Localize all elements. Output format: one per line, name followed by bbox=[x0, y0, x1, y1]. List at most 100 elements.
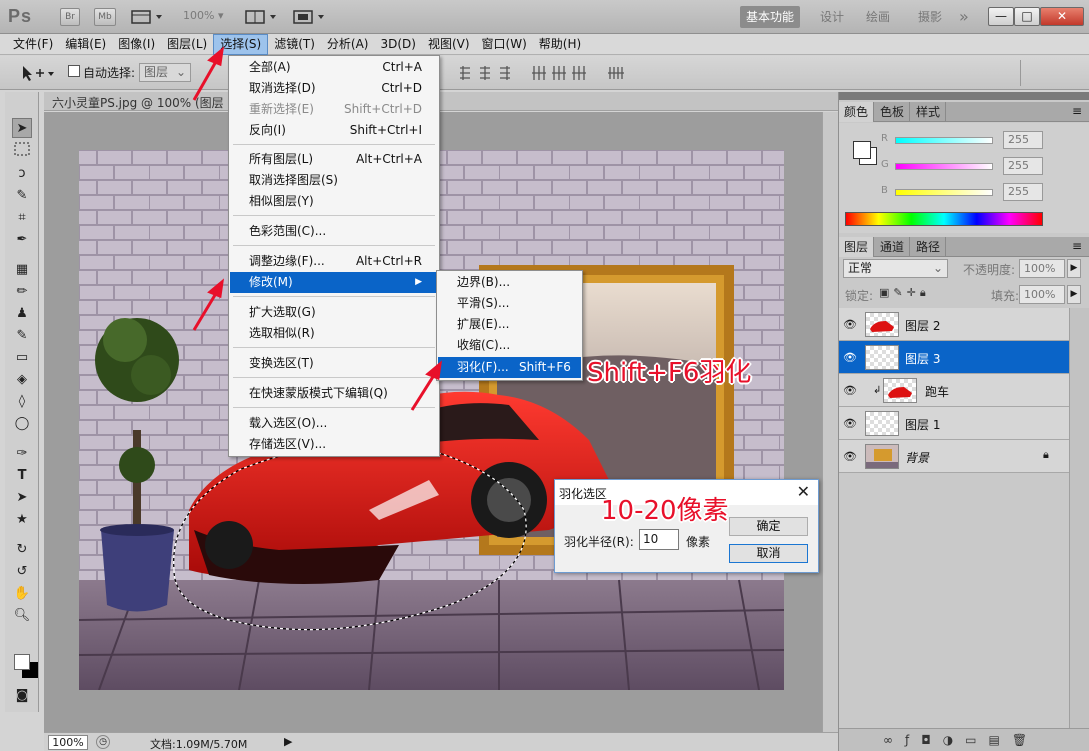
menu-item-quick-mask[interactable]: 在快速蒙版模式下编辑(Q) bbox=[230, 383, 438, 404]
maximize-button[interactable]: □ bbox=[1014, 7, 1040, 26]
menu-item-color-range[interactable]: 色彩范围(C)... bbox=[230, 221, 438, 242]
menu-item-reselect[interactable]: 重新选择(E) Shift+Ctrl+D bbox=[230, 99, 438, 120]
submenu-item-border[interactable]: 边界(B)... bbox=[438, 272, 581, 293]
layer-row[interactable]: 👁︎ 图层 1 bbox=[839, 407, 1069, 440]
zoom-tool-icon[interactable]: 🔍︎ bbox=[12, 606, 32, 626]
vertical-scrollbar[interactable] bbox=[822, 112, 838, 732]
menu-item-inverse[interactable]: 反向(I) Shift+Ctrl+I bbox=[230, 120, 438, 141]
status-menu-arrow-icon[interactable]: ▶ bbox=[284, 735, 292, 748]
menu-edit[interactable]: 编辑(E) bbox=[59, 34, 112, 55]
color-spectrum-bar[interactable] bbox=[845, 212, 1043, 226]
submenu-item-contract[interactable]: 收缩(C)... bbox=[438, 335, 581, 356]
3d-orbit-tool-icon[interactable]: ↺ bbox=[12, 562, 32, 582]
cancel-button[interactable]: 取消 bbox=[729, 544, 808, 563]
layer-row[interactable]: 👁︎ 图层 3 bbox=[839, 341, 1069, 374]
layer-row[interactable]: 👁︎ ↲ 跑车 bbox=[839, 374, 1069, 407]
menu-item-all-layers[interactable]: 所有图层(L) Alt+Ctrl+A bbox=[230, 149, 438, 170]
layer-row[interactable]: 👁︎ 图层 2 bbox=[839, 308, 1069, 341]
menu-3d[interactable]: 3D(D) bbox=[374, 34, 421, 55]
layer-row[interactable]: 👁︎ 背景 🔒︎ bbox=[839, 440, 1069, 473]
ok-button[interactable]: 确定 bbox=[729, 517, 808, 536]
opacity-field[interactable]: 100% bbox=[1019, 259, 1065, 278]
quick-select-tool-icon[interactable]: ✎ bbox=[12, 186, 32, 206]
menu-item-deselect[interactable]: 取消选择(D) Ctrl+D bbox=[230, 78, 438, 99]
menu-window[interactable]: 窗口(W) bbox=[476, 34, 533, 55]
menu-item-load-selection[interactable]: 载入选区(O)... bbox=[230, 413, 438, 434]
move-tool-preset[interactable] bbox=[20, 64, 56, 82]
workspace-painting[interactable]: 绘画 bbox=[860, 6, 896, 28]
panel-menu-icon[interactable]: ≡ bbox=[1072, 104, 1082, 118]
tab-channels[interactable]: 通道 bbox=[875, 237, 911, 257]
green-slider[interactable]: G 255 bbox=[881, 157, 1081, 175]
close-button[interactable]: ✕ bbox=[1040, 7, 1084, 26]
zoom-preset[interactable]: 100% ▾ bbox=[183, 9, 223, 22]
marquee-tool-icon[interactable] bbox=[12, 142, 32, 162]
pen-tool-icon[interactable]: ✑ bbox=[12, 444, 32, 464]
menu-view[interactable]: 视图(V) bbox=[422, 34, 476, 55]
menu-item-transform-selection[interactable]: 变换选区(T) bbox=[230, 353, 438, 374]
brush-tool-icon[interactable]: ✏ bbox=[12, 282, 32, 302]
workspace-essentials[interactable]: 基本功能 bbox=[740, 6, 801, 28]
zoom-level-field[interactable]: 100% bbox=[48, 735, 88, 750]
menu-item-modify[interactable]: 修改(M) ▶ bbox=[230, 272, 438, 293]
distribute-horizontal-buttons[interactable] bbox=[530, 64, 594, 82]
history-brush-tool-icon[interactable]: ✎ bbox=[12, 326, 32, 346]
menu-item-similar-layers[interactable]: 相似图层(Y) bbox=[230, 191, 438, 212]
custom-shape-tool-icon[interactable]: ★ bbox=[12, 510, 32, 530]
arrange-documents-button[interactable] bbox=[244, 9, 280, 25]
mini-bridge-button[interactable]: Mb bbox=[94, 8, 116, 26]
blur-tool-icon[interactable]: ◊ bbox=[12, 392, 32, 412]
eye-icon[interactable]: 👁︎ bbox=[842, 350, 858, 366]
distribute-vertical-buttons[interactable] bbox=[458, 64, 522, 82]
view-extras-button[interactable] bbox=[130, 9, 164, 25]
menu-help[interactable]: 帮助(H) bbox=[533, 34, 587, 55]
type-tool-icon[interactable]: T bbox=[12, 466, 32, 486]
menu-item-refine-edge[interactable]: 调整边缘(F)... Alt+Ctrl+R bbox=[230, 251, 438, 272]
workspace-photography[interactable]: 摄影 bbox=[912, 6, 948, 28]
feather-radius-input[interactable]: 10 bbox=[639, 529, 679, 550]
tab-paths[interactable]: 路径 bbox=[911, 237, 947, 257]
menu-analysis[interactable]: 分析(A) bbox=[321, 34, 375, 55]
menu-file[interactable]: 文件(F) bbox=[7, 34, 59, 55]
tab-layers[interactable]: 图层 bbox=[839, 237, 875, 257]
screen-mode-button[interactable] bbox=[292, 9, 328, 25]
blend-mode-dropdown[interactable]: 正常 ⌄ bbox=[843, 259, 948, 278]
fill-field[interactable]: 100% bbox=[1019, 285, 1065, 304]
dodge-tool-icon[interactable]: ◯ bbox=[12, 414, 32, 434]
tab-color[interactable]: 颜色 bbox=[839, 102, 875, 122]
foreground-color-swatch[interactable] bbox=[14, 654, 30, 670]
document-tab[interactable]: 六小灵童PS.jpg @ 100% (图层 3 bbox=[44, 92, 838, 111]
bridge-button[interactable]: Br bbox=[60, 8, 80, 26]
eye-icon[interactable]: 👁︎ bbox=[842, 416, 858, 432]
auto-select-dropdown[interactable]: 图层 ⌄ bbox=[139, 63, 191, 82]
eraser-tool-icon[interactable]: ▭ bbox=[12, 348, 32, 368]
eyedropper-tool-icon[interactable]: ✒ bbox=[12, 230, 32, 250]
layers-scrollbar[interactable] bbox=[1069, 308, 1089, 728]
red-slider[interactable]: R 255 bbox=[881, 131, 1081, 149]
blue-slider[interactable]: B 255 bbox=[881, 183, 1081, 201]
menu-item-select-all[interactable]: 全部(A) Ctrl+A bbox=[230, 57, 438, 78]
menu-image[interactable]: 图像(I) bbox=[112, 34, 161, 55]
foreground-color-chip[interactable] bbox=[853, 141, 871, 159]
submenu-item-feather[interactable]: 羽化(F)... Shift+F6 bbox=[438, 357, 581, 378]
auto-align-button[interactable] bbox=[606, 64, 626, 82]
quick-mask-icon[interactable]: ◙ bbox=[12, 686, 32, 706]
tab-styles[interactable]: 样式 bbox=[911, 102, 947, 122]
move-tool-icon[interactable]: ➤ bbox=[12, 118, 32, 138]
crop-tool-icon[interactable]: ⌗ bbox=[12, 208, 32, 228]
menu-item-save-selection[interactable]: 存储选区(V)... bbox=[230, 434, 438, 455]
fill-arrow-icon[interactable]: ▶ bbox=[1067, 285, 1081, 304]
paint-bucket-tool-icon[interactable]: ◈ bbox=[12, 370, 32, 390]
workspace-design[interactable]: 设计 bbox=[814, 6, 850, 28]
clone-stamp-tool-icon[interactable]: ♟ bbox=[12, 304, 32, 324]
tab-swatches[interactable]: 色板 bbox=[875, 102, 911, 122]
layers-panel-menu-icon[interactable]: ≡ bbox=[1072, 239, 1082, 253]
auto-select-checkbox[interactable] bbox=[68, 65, 80, 77]
lasso-tool-icon[interactable]: ↄ bbox=[12, 164, 32, 184]
menu-item-similar[interactable]: 选取相似(R) bbox=[230, 323, 438, 344]
lock-icons[interactable]: ▣✎✛🔒︎ bbox=[879, 286, 949, 302]
status-info-icon[interactable]: ◷ bbox=[96, 735, 110, 749]
minimize-button[interactable]: — bbox=[988, 7, 1014, 26]
more-workspaces-button[interactable]: » bbox=[953, 6, 975, 28]
menu-item-grow[interactable]: 扩大选取(G) bbox=[230, 302, 438, 323]
